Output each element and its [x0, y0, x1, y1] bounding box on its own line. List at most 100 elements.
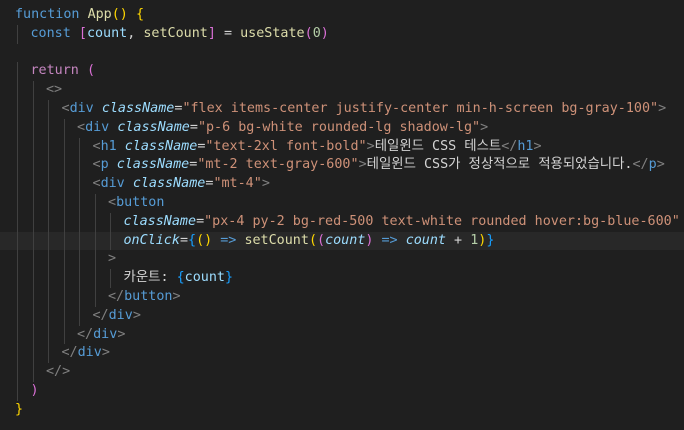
indent-guide [17, 156, 18, 176]
code-token: => [212, 232, 245, 248]
code-line[interactable]: </> [0, 363, 684, 382]
indent-guide [63, 250, 65, 270]
indent-guide [48, 100, 49, 119]
code-text: } [15, 401, 23, 420]
code-token: > [656, 157, 665, 173]
code-line[interactable]: } [0, 401, 684, 420]
indent-guide [48, 250, 49, 270]
indent-guide [48, 175, 49, 194]
code-line[interactable]: <div className="flex items-center justif… [0, 100, 684, 119]
code-token: , [127, 25, 144, 41]
code-token: = [179, 232, 188, 248]
code-line[interactable]: 카운트: {count} [0, 269, 684, 288]
indent-guide [48, 269, 49, 288]
code-token: onClick [123, 232, 180, 248]
code-editor[interactable]: function App() {const [count, setCount] … [0, 0, 684, 430]
code-token: < [92, 157, 101, 173]
code-token: count [86, 25, 128, 41]
indent-guide [48, 156, 49, 176]
code-line[interactable]: <p className="mt-2 text-gray-600">테일윈드 C… [0, 156, 684, 176]
code-line[interactable]: function App() { [0, 6, 684, 25]
indent-guide [17, 344, 18, 364]
code-token: </ [632, 157, 649, 173]
code-text: </div> [93, 307, 141, 326]
code-text: <p className="mt-2 text-gray-600">테일윈드 C… [93, 156, 665, 175]
code-line[interactable]: <div className="p-6 bg-white rounded-lg … [0, 118, 684, 138]
indent-guide [32, 137, 34, 157]
indent-guide [17, 363, 18, 382]
code-token: setCount [143, 25, 208, 41]
indent-guide [32, 344, 34, 364]
indent-guide [48, 231, 49, 251]
indent-guide [48, 194, 49, 213]
indent-guide [79, 231, 80, 251]
code-text: </> [46, 363, 70, 382]
indent-guide [17, 137, 18, 157]
code-line[interactable]: </div> [0, 306, 684, 326]
code-token: > [480, 119, 489, 135]
code-token: 테일윈드 CSS가 정상적으로 적용되었습니다. [366, 157, 633, 173]
indent-guide [17, 269, 18, 288]
indent-guide [79, 156, 80, 176]
indent-guide [32, 306, 34, 326]
code-line[interactable]: </div> [0, 344, 684, 364]
code-line[interactable]: const [count, setCount] = useState(0) [0, 24, 684, 44]
indent-guide [17, 306, 18, 326]
code-line[interactable]: > [0, 250, 684, 270]
indent-guide [17, 118, 18, 138]
code-token: } [15, 401, 24, 417]
code-token: "px-4 py-2 bg-red-500 text-white rounded… [204, 213, 680, 229]
code-text: <button [108, 194, 164, 213]
indent-guide [63, 231, 65, 251]
indent-guide [17, 175, 18, 194]
indent-guide [63, 137, 65, 157]
code-line[interactable]: <div className="mt-4"> [0, 175, 684, 194]
indent-guide [63, 269, 65, 288]
code-token: App [87, 7, 112, 22]
indent-guide [48, 325, 49, 345]
code-token: => [373, 232, 406, 248]
code-line[interactable]: <h1 className="text-2xl font-bold">테일윈드 … [0, 137, 684, 157]
indent-guide [17, 212, 18, 232]
code-line[interactable]: onClick={() => setCount((count) => count… [0, 231, 684, 251]
code-text: className="px-4 py-2 bg-red-500 text-whi… [124, 213, 680, 232]
code-token: ( [308, 232, 317, 248]
code-token: </ [61, 345, 78, 361]
code-token: useState [240, 25, 305, 41]
indent-guide [32, 250, 34, 270]
code-text: </div> [62, 344, 110, 363]
code-line[interactable]: <> [0, 81, 684, 100]
code-line[interactable]: ) [0, 382, 684, 401]
indent-guide [94, 212, 96, 232]
code-token: count [405, 232, 446, 248]
code-token: "mt-4" [213, 176, 262, 192]
code-token: className [123, 213, 197, 229]
indent-guide [79, 175, 80, 194]
code-token: <> [46, 82, 63, 98]
code-token: ( [86, 63, 95, 79]
indent-guide [110, 231, 111, 251]
code-line[interactable]: </button> [0, 288, 684, 307]
indent-guide [110, 269, 111, 288]
code-token: p [100, 157, 109, 173]
code-token: 테일윈드 CSS 테스트 [374, 138, 502, 154]
code-token: h1 [517, 138, 534, 154]
code-line[interactable] [0, 44, 684, 63]
indent-guide [17, 250, 18, 270]
indent-guide [17, 100, 18, 119]
indent-guide [32, 288, 34, 307]
code-token: className [101, 101, 175, 116]
code-line[interactable]: return ( [0, 62, 684, 82]
code-token: </ [77, 326, 94, 342]
code-token: < [108, 195, 117, 210]
code-text: > [108, 250, 116, 269]
indent-guide [63, 194, 65, 213]
code-line[interactable]: className="px-4 py-2 bg-red-500 text-whi… [0, 212, 684, 232]
code-line[interactable]: </div> [0, 325, 684, 345]
code-token: > [533, 138, 542, 154]
code-token: ) [320, 25, 329, 41]
code-line[interactable]: <button [0, 194, 684, 213]
code-token: div [100, 176, 125, 192]
indent-guide [17, 194, 18, 213]
